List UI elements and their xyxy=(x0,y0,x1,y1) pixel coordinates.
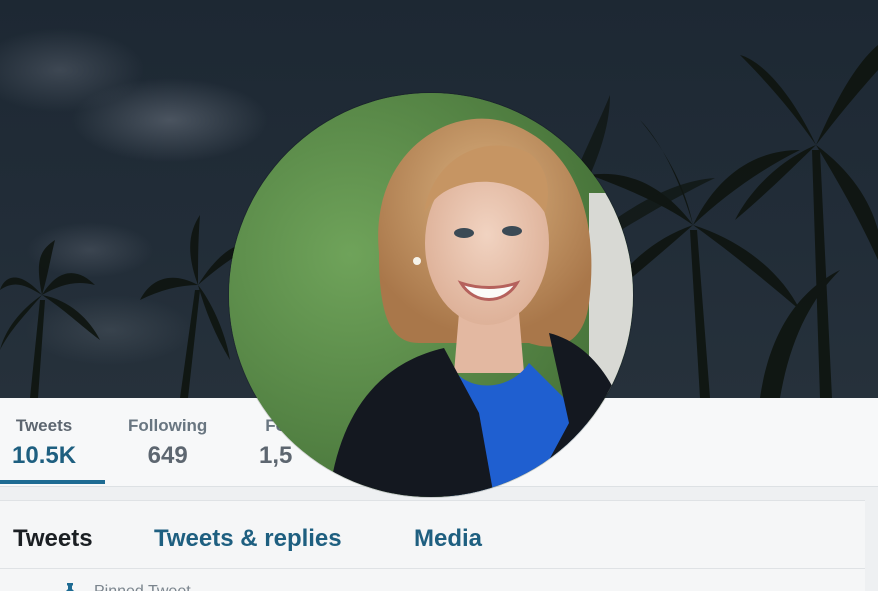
stat-value: 10.5K xyxy=(12,442,77,469)
tab-media[interactable]: Media xyxy=(414,525,482,553)
stat-value: 1,5 xyxy=(259,442,293,469)
pinned-tweet-header: Pinned Tweet xyxy=(0,568,865,591)
avatar-photo xyxy=(229,93,633,497)
stat-tweets[interactable]: Tweets 10.5K xyxy=(12,416,76,470)
stat-label: Following xyxy=(128,416,208,435)
stat-value: 649 xyxy=(147,442,188,469)
active-stat-underline xyxy=(0,480,105,484)
tab-tweets-replies[interactable]: Tweets & replies xyxy=(154,525,342,553)
profile-avatar[interactable] xyxy=(229,93,633,497)
stat-label: Tweets xyxy=(15,416,73,435)
tab-tweets[interactable]: Tweets xyxy=(13,525,93,553)
stat-following[interactable]: Following 649 xyxy=(128,416,207,470)
